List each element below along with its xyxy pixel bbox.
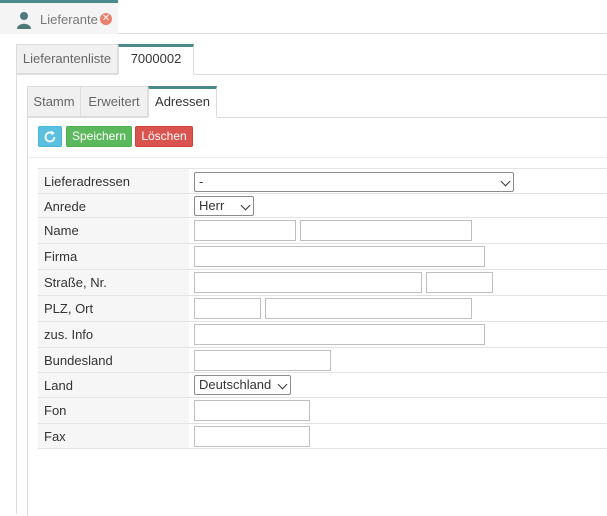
divider <box>118 33 607 34</box>
tab-record-7000002[interactable]: 7000002 <box>118 44 194 74</box>
row-name: Name <box>38 217 607 243</box>
row-strasse: Straße, Nr. <box>38 269 607 295</box>
user-icon <box>17 12 31 29</box>
lieferadressen-select[interactable]: - <box>194 172 514 192</box>
row-anrede: Anrede Herr <box>38 193 607 219</box>
divider <box>38 448 607 449</box>
ort-input[interactable] <box>265 298 472 319</box>
row-fax: Fax <box>38 423 607 449</box>
label-plz-ort: PLZ, Ort <box>44 301 94 316</box>
anrede-select[interactable]: Herr <box>194 196 254 216</box>
firma-input[interactable] <box>194 246 485 267</box>
chevron-down-icon <box>500 176 511 187</box>
divider <box>27 117 607 118</box>
label-land: Land <box>44 378 73 393</box>
row-firma: Firma <box>38 243 607 269</box>
divider <box>28 157 607 158</box>
lieferadressen-value: - <box>199 174 204 189</box>
tab-lieferantenliste[interactable]: Lieferantenliste <box>16 44 118 74</box>
label-strasse: Straße, Nr. <box>44 275 107 290</box>
chevron-down-icon <box>240 200 251 211</box>
label-name: Name <box>44 223 79 238</box>
anrede-value: Herr <box>199 198 225 213</box>
fax-input[interactable] <box>194 426 310 447</box>
bundesland-input[interactable] <box>194 350 331 371</box>
land-value: Deutschland <box>199 377 272 392</box>
save-button[interactable]: Speichern <box>66 126 132 147</box>
tab-gap <box>148 117 217 118</box>
fon-input[interactable] <box>194 400 310 421</box>
refresh-button[interactable] <box>38 126 62 147</box>
tab-erweitert[interactable]: Erweitert <box>81 86 148 117</box>
tab-adressen[interactable]: Adressen <box>148 86 217 117</box>
label-firma: Firma <box>44 249 78 264</box>
label-fax: Fax <box>44 429 66 444</box>
street-input[interactable] <box>194 272 422 293</box>
label-anrede: Anrede <box>44 199 86 214</box>
last-name-input[interactable] <box>300 220 472 241</box>
house-number-input[interactable] <box>426 272 493 293</box>
row-zus-info: zus. Info <box>38 321 607 347</box>
close-icon[interactable]: ✕ <box>100 13 112 25</box>
label-zus-info: zus. Info <box>44 327 94 342</box>
delete-button[interactable]: Löschen <box>135 126 193 147</box>
label-lieferadressen: Lieferadressen <box>44 174 130 189</box>
app-tab-lieferanten[interactable]: Lieferanten ✕ <box>0 0 118 34</box>
plz-input[interactable] <box>194 298 261 319</box>
row-fon: Fon <box>38 397 607 423</box>
zus-info-input[interactable] <box>194 324 485 345</box>
row-land: Land Deutschland <box>38 372 607 398</box>
refresh-icon <box>44 130 56 143</box>
app-tab-label: Lieferanten <box>40 12 98 27</box>
tab-stamm[interactable]: Stamm <box>27 86 81 117</box>
tab-gap <box>118 74 194 75</box>
row-lieferadressen: Lieferadressen - <box>38 168 607 194</box>
row-bundesland: Bundesland <box>38 347 607 373</box>
first-name-input[interactable] <box>194 220 296 241</box>
label-bundesland: Bundesland <box>44 353 113 368</box>
label-fon: Fon <box>44 403 67 418</box>
chevron-down-icon <box>277 379 288 390</box>
divider <box>16 74 607 75</box>
row-plz-ort: PLZ, Ort <box>38 295 607 321</box>
land-select[interactable]: Deutschland <box>194 375 291 395</box>
